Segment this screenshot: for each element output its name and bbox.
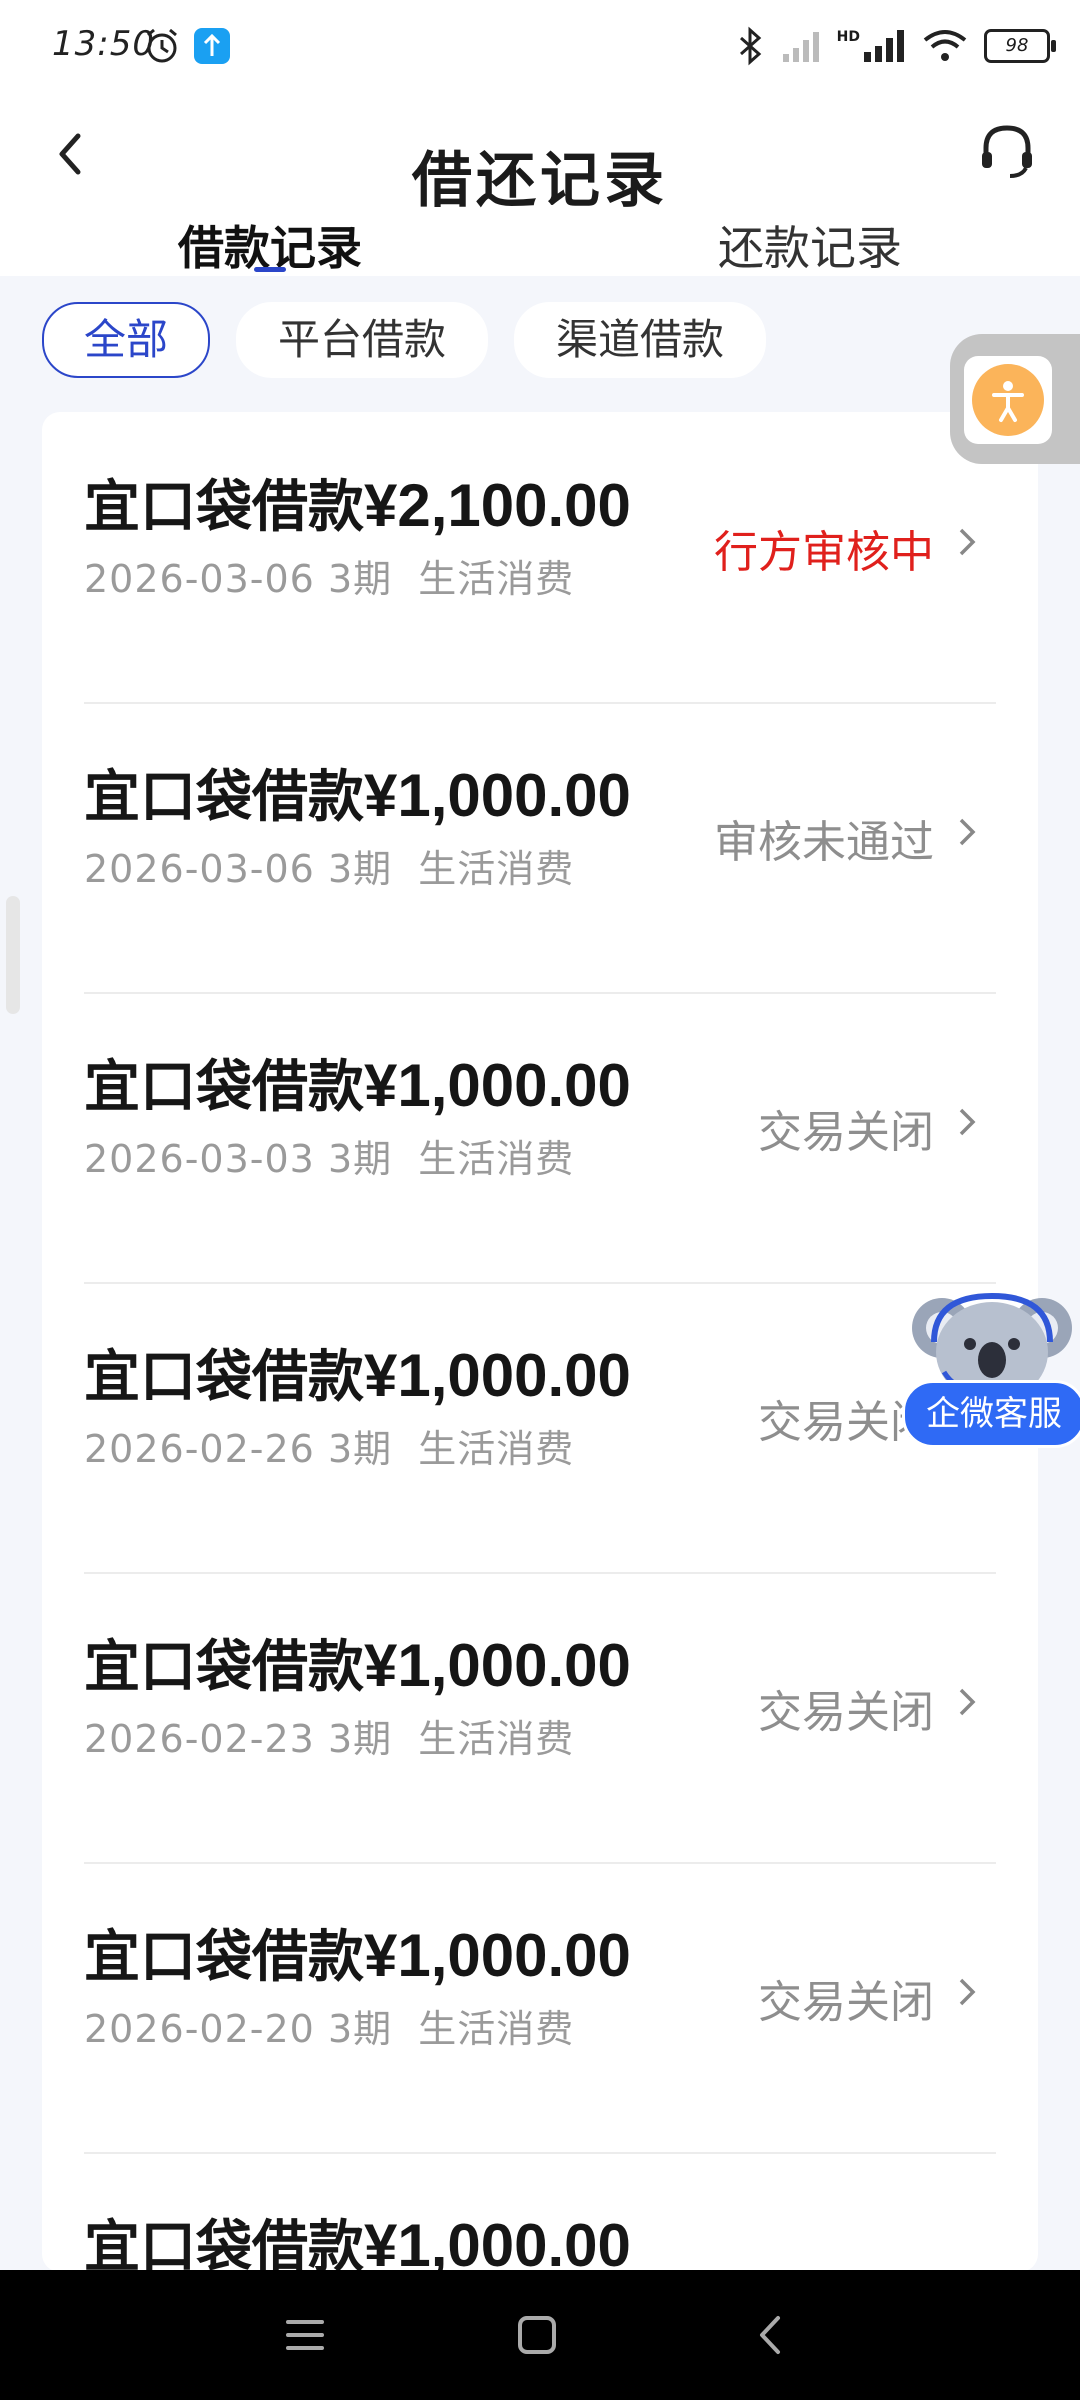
record-term: 3期 <box>327 557 393 601</box>
customer-service-button[interactable]: 企微客服 <box>902 1380 1080 1448</box>
app-notification-icon <box>194 28 230 64</box>
record-name: 宜口袋借款 <box>84 475 364 540</box>
record-amount: ¥1,000.00 <box>364 762 631 829</box>
record-name: 宜口袋借款 <box>84 765 364 830</box>
record-date: 2026-03-03 <box>84 1137 315 1181</box>
back-icon[interactable] <box>748 2312 794 2358</box>
record-meta: 2026-03-06 3期 生活消费 <box>84 548 574 603</box>
record-amount: ¥1,000.00 <box>364 1342 631 1409</box>
record-purpose: 生活消费 <box>418 2007 575 2051</box>
filter-all[interactable]: 全部 <box>42 302 211 378</box>
record-title: 宜口袋借款¥1,000.00 <box>84 2202 631 2272</box>
list-item[interactable]: 宜口袋借款¥1,000.00 交易关闭 <box>84 2152 996 2272</box>
active-tab-indicator <box>254 267 286 272</box>
battery-level: 98 <box>1005 35 1029 56</box>
record-name: 宜口袋借款 <box>84 1055 364 1120</box>
menu-icon[interactable] <box>282 2312 328 2358</box>
status-bar: 13:50 HD 98 <box>0 0 1080 96</box>
list-item[interactable]: 宜口袋借款¥2,100.00 2026-03-06 3期 生活消费 行方审核中 <box>84 412 996 704</box>
record-date: 2026-02-20 <box>84 2007 315 2051</box>
record-title: 宜口袋借款¥1,000.00 <box>84 1332 631 1413</box>
wifi-icon <box>923 30 967 61</box>
record-date: 2026-03-06 <box>84 557 315 601</box>
alarm-icon <box>147 28 177 63</box>
record-title: 宜口袋借款¥2,100.00 <box>84 462 631 543</box>
chevron-right-icon <box>959 1978 976 2006</box>
tab-label: 还款记录 <box>718 221 902 275</box>
record-amount: ¥1,000.00 <box>364 1632 631 1699</box>
record-term: 3期 <box>327 2007 393 2051</box>
status-icons: HD 98 <box>735 24 1056 68</box>
record-amount: ¥2,100.00 <box>364 472 631 539</box>
accessibility-button-inner <box>964 356 1052 444</box>
chevron-right-icon <box>959 1688 976 1716</box>
record-name: 宜口袋借款 <box>84 1345 364 1410</box>
home-icon[interactable] <box>514 2312 560 2358</box>
record-status: 交易关闭 <box>758 1687 934 1738</box>
record-purpose: 生活消费 <box>418 1427 575 1471</box>
chevron-right-icon <box>959 1108 976 1136</box>
record-meta: 2026-02-20 3期 生活消费 <box>84 1998 574 2053</box>
record-amount: ¥1,000.00 <box>364 1922 631 1989</box>
signal-hd-label: HD <box>836 29 860 45</box>
record-name: 宜口袋借款 <box>84 1925 364 1990</box>
chevron-right-icon <box>959 818 976 846</box>
record-status: 审核未通过 <box>714 817 934 868</box>
filter-platform-loan[interactable]: 平台借款 <box>236 302 489 378</box>
record-meta: 2026-03-03 3期 生活消费 <box>84 1128 574 1183</box>
record-name: 宜口袋借款 <box>84 2215 364 2272</box>
record-amount: ¥1,000.00 <box>364 1052 631 1119</box>
page-title: 借还记录 <box>412 146 668 216</box>
bluetooth-icon <box>739 26 761 66</box>
record-term: 3期 <box>327 1427 393 1471</box>
record-date: 2026-02-23 <box>84 1717 315 1761</box>
system-nav-bar <box>0 2270 1080 2400</box>
list-item[interactable]: 宜口袋借款¥1,000.00 2026-02-26 3期 生活消费 交易关闭 <box>84 1282 996 1574</box>
headset-icon[interactable] <box>974 118 1040 184</box>
accessibility-button[interactable] <box>950 334 1080 464</box>
record-tabs: 借款记录 还款记录 <box>0 212 1080 276</box>
filter-channel-loan[interactable]: 渠道借款 <box>514 302 767 378</box>
signal-icon <box>864 30 904 62</box>
filter-chips: 全部 平台借款 渠道借款 <box>42 302 767 378</box>
accessibility-icon <box>972 364 1044 436</box>
record-title: 宜口袋借款¥1,000.00 <box>84 752 631 833</box>
record-purpose: 生活消费 <box>418 847 575 891</box>
record-meta: 2026-03-06 3期 生活消费 <box>84 838 574 893</box>
page-header: 借还记录 借款记录 还款记录 <box>0 96 1080 276</box>
record-meta: 2026-02-23 3期 生活消费 <box>84 1708 574 1763</box>
tab-repay-records[interactable]: 还款记录 <box>540 212 1080 276</box>
battery-icon: 98 <box>984 29 1056 63</box>
list-item[interactable]: 宜口袋借款¥1,000.00 2026-03-03 3期 生活消费 交易关闭 <box>84 992 996 1284</box>
tab-borrow-records[interactable]: 借款记录 <box>0 212 540 276</box>
chevron-right-icon <box>959 528 976 556</box>
record-purpose: 生活消费 <box>418 1717 575 1761</box>
record-term: 3期 <box>327 1137 393 1181</box>
record-purpose: 生活消费 <box>418 557 575 601</box>
edge-drag-handle[interactable] <box>6 896 20 1014</box>
list-item[interactable]: 宜口袋借款¥1,000.00 2026-02-20 3期 生活消费 交易关闭 <box>84 1862 996 2154</box>
record-term: 3期 <box>327 1717 393 1761</box>
record-title: 宜口袋借款¥1,000.00 <box>84 1912 631 1993</box>
record-term: 3期 <box>327 847 393 891</box>
record-amount: ¥1,000.00 <box>364 2212 631 2272</box>
record-meta: 2026-02-26 3期 生活消费 <box>84 1418 574 1473</box>
status-time: 13:50 <box>52 24 155 64</box>
record-status: 交易关闭 <box>758 1107 934 1158</box>
list-item[interactable]: 宜口袋借款¥1,000.00 2026-03-06 3期 生活消费 审核未通过 <box>84 702 996 994</box>
record-title: 宜口袋借款¥1,000.00 <box>84 1042 631 1123</box>
record-date: 2026-02-26 <box>84 1427 315 1471</box>
record-name: 宜口袋借款 <box>84 1635 364 1700</box>
list-item[interactable]: 宜口袋借款¥1,000.00 2026-02-23 3期 生活消费 交易关闭 <box>84 1572 996 1864</box>
record-title: 宜口袋借款¥1,000.00 <box>84 1622 631 1703</box>
record-list: 宜口袋借款¥2,100.00 2026-03-06 3期 生活消费 行方审核中 … <box>42 412 1038 2272</box>
signal-icon <box>782 32 819 62</box>
record-purpose: 生活消费 <box>418 1137 575 1181</box>
record-status: 交易关闭 <box>758 1977 934 2028</box>
record-date: 2026-03-06 <box>84 847 315 891</box>
record-status: 行方审核中 <box>714 527 934 578</box>
